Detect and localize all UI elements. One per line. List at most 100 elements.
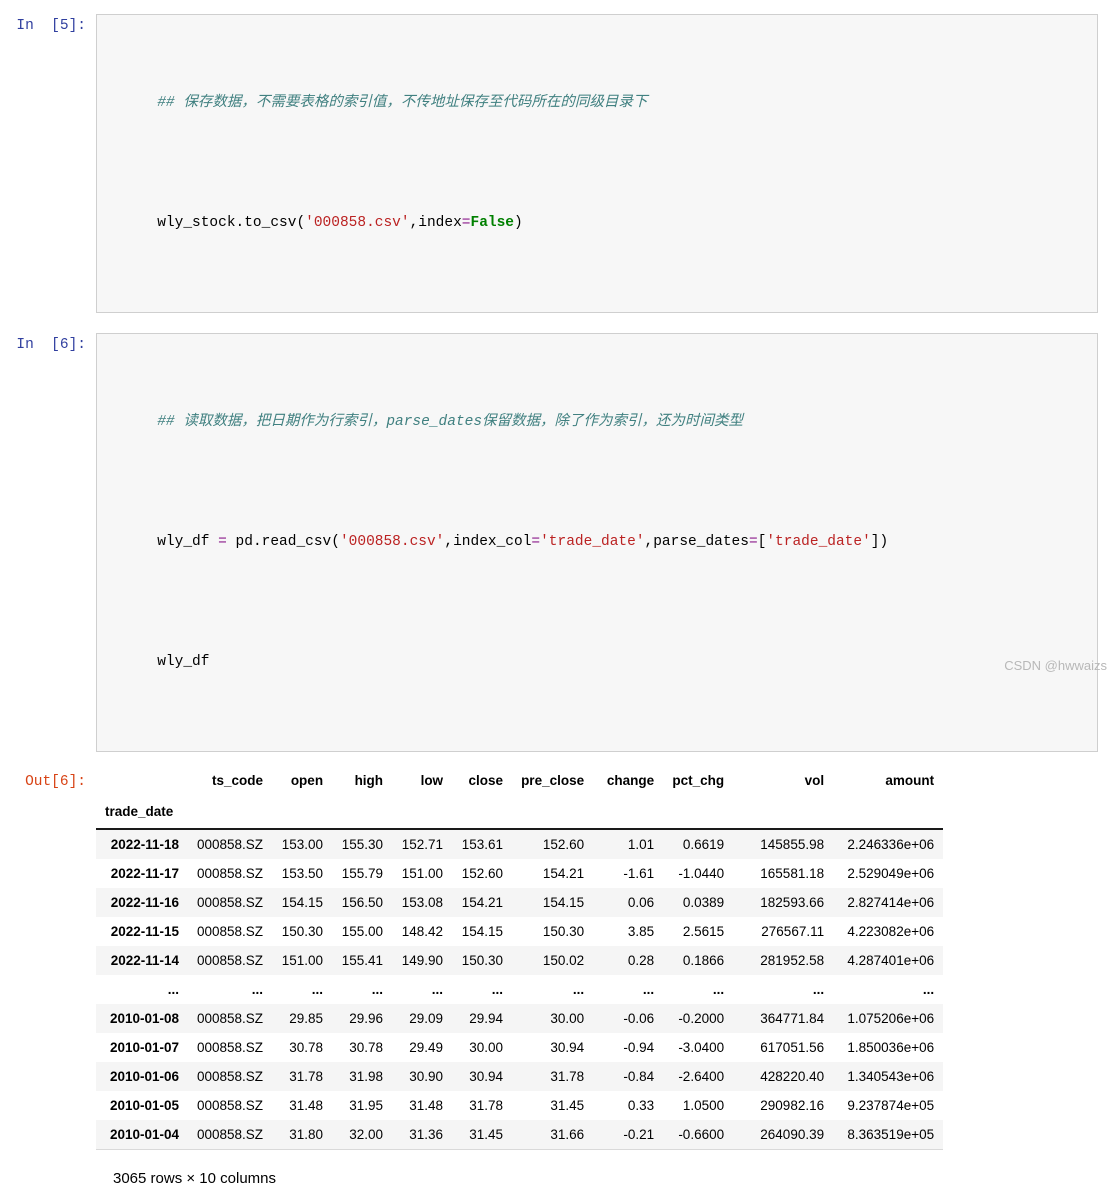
table-cell: 276567.11	[761, 924, 825, 939]
code-token-plain: pd.read_csv(	[226, 534, 340, 550]
table-cell: -0.2000	[678, 1011, 725, 1026]
code-line: wly_df = pd.read_csv('000858.csv',index_…	[105, 506, 1089, 578]
table-cell: 182593.66	[760, 895, 825, 910]
table-cell: 1.075206e+06	[847, 1011, 935, 1026]
table-cell: -0.84	[623, 1069, 655, 1084]
table-cell: ...	[712, 982, 725, 997]
table-cell: 000858.SZ	[197, 1098, 264, 1113]
table-cell: 000858.SZ	[197, 1069, 264, 1084]
dataframe-header-row: ts_code open high low close pre_close change pc…	[96, 770, 943, 795]
table-cell: 0.0389	[682, 895, 725, 910]
table-row: 2010-01-04 000858.SZ 31.80 32.00 31.36 31.45 3…	[96, 1120, 944, 1150]
code-token-operator: =	[218, 534, 227, 550]
table-cell: 150.02	[542, 953, 585, 968]
table-row-index: 2010-01-07	[109, 1040, 179, 1055]
table-cell: 2.529049e+06	[847, 866, 935, 881]
dataframe-index-name: trade_date	[96, 795, 188, 830]
table-cell: 32.00	[332, 1120, 393, 1150]
table-cell: -0.06	[623, 1011, 655, 1026]
code-editor-in-5[interactable]: ## 保存数据，不需要表格的索引值，不传地址保存至代码所在的同级目录下 wly_…	[96, 14, 1098, 313]
table-cell: 153.61	[461, 837, 504, 852]
table-cell: 150.30	[281, 924, 324, 939]
table-cell: 30.90	[409, 1069, 444, 1084]
table-cell: 29.94	[469, 1011, 504, 1026]
table-cell: 150.30	[461, 953, 504, 968]
dataframe-index-row-blank	[593, 795, 664, 830]
table-row: 2022-11-14 000858.SZ 151.00 155.41 149.90 150…	[96, 946, 944, 975]
dataframe-column-header: pre_close	[521, 773, 585, 788]
table-row: 2010-01-05 000858.SZ 31.48 31.95 31.48 31.78 3…	[96, 1091, 944, 1120]
table-cell: 1.01	[627, 837, 655, 852]
table-cell: 31.36	[392, 1120, 453, 1150]
table-cell: 153.50	[281, 866, 324, 881]
table-cell: 31.78	[289, 1069, 324, 1084]
code-editor-in-6[interactable]: ## 读取数据，把日期作为行索引，parse_dates保留数据，除了作为索引，…	[96, 333, 1098, 752]
table-cell: ...	[491, 982, 504, 997]
dataframe-output: ts_code open high low close pre_close change pc…	[96, 770, 944, 1150]
table-cell: 165581.18	[760, 866, 825, 881]
table-cell: 31.78	[469, 1098, 504, 1113]
table-row-index: 2022-11-16	[110, 895, 179, 910]
table-cell: 31.48	[289, 1098, 324, 1113]
code-token-operator: =	[461, 215, 471, 231]
table-cell: 2.246336e+06	[847, 837, 935, 852]
table-cell: 000858.SZ	[197, 953, 264, 968]
dataframe-index-row-blank	[392, 795, 453, 830]
table-cell: 30.94	[469, 1069, 504, 1084]
code-token-string: 'trade_date'	[540, 534, 645, 550]
table-cell: 000858.SZ	[197, 1040, 264, 1055]
code-token-string: '000858.csv'	[339, 534, 445, 550]
code-line: ## 读取数据，把日期作为行索引，parse_dates保留数据，除了作为索引，…	[105, 386, 1089, 458]
table-cell: 30.78	[289, 1040, 324, 1055]
table-cell: 31.98	[349, 1069, 384, 1084]
notebook-cell-in-6[interactable]: In [6]: ## 读取数据，把日期作为行索引，parse_dates保留数据…	[0, 333, 1115, 752]
table-row: .................................	[96, 975, 944, 1004]
table-cell: 31.95	[349, 1098, 384, 1113]
dataframe-column-header: open	[290, 773, 324, 788]
table-row-index: 2010-01-06	[109, 1069, 179, 1084]
code-token-plain: ])	[870, 534, 889, 550]
code-token-plain: wly_df	[157, 534, 219, 550]
code-token-string: 'trade_date'	[766, 534, 871, 550]
code-token-plain: wly_stock.to_csv(	[157, 215, 306, 231]
code-token-comment: ## 保存数据，不需要表格的索引值，不传地址保存至代码所在的同级目录下	[157, 95, 648, 111]
table-cell: 2.5615	[682, 924, 725, 939]
table-cell: 000858.SZ	[197, 837, 264, 852]
table-row: 2010-01-07 000858.SZ 30.78 30.78 29.49 30.00 3…	[96, 1033, 944, 1062]
dataframe-index-row-blank	[733, 795, 834, 830]
table-cell: 148.42	[401, 924, 444, 939]
table-cell: 8.363519e+05	[833, 1120, 944, 1150]
table-cell: 31.78	[550, 1069, 585, 1084]
notebook-cell-out-6: Out[6]: ts_code open high low close pre_close…	[0, 770, 1115, 1150]
code-token-plain: ,index_col	[444, 534, 532, 550]
code-token-plain: wly_df	[157, 654, 210, 670]
table-row-index: 2022-11-18	[110, 837, 179, 852]
dataframe-column-header: ts_code	[212, 773, 264, 788]
table-cell: 3.85	[627, 924, 655, 939]
dataframe-header: ts_code open high low close pre_close change pc…	[96, 770, 944, 830]
table-cell: 290982.16	[760, 1098, 825, 1113]
dataframe-body: 2022-11-18 000858.SZ 153.00 155.30 152.71 153…	[96, 829, 944, 1150]
table-cell: 154.21	[461, 895, 504, 910]
table-cell: 4.287401e+06	[847, 953, 935, 968]
code-token-comment: ## 读取数据，把日期作为行索引，parse_dates保留数据，除了作为索引，…	[157, 414, 744, 430]
dataframe-column-header: change	[606, 773, 655, 788]
table-row-index: 2010-01-04	[96, 1120, 188, 1150]
table-cell: 29.09	[409, 1011, 444, 1026]
table-cell: 153.00	[281, 837, 324, 852]
table-row-index: 2010-01-08	[109, 1011, 179, 1026]
table-row-index: 2022-11-15	[110, 924, 179, 939]
table-cell: -1.0440	[678, 866, 725, 881]
table-cell: 0.1866	[682, 953, 725, 968]
table-cell: -3.0400	[678, 1040, 725, 1055]
table-cell: ...	[812, 982, 825, 997]
table-cell: 145855.98	[760, 837, 825, 852]
table-cell: 153.08	[401, 895, 444, 910]
table-cell: ...	[371, 982, 384, 997]
table-cell: 30.78	[349, 1040, 384, 1055]
table-cell: 30.00	[550, 1011, 585, 1026]
notebook-cell-in-5[interactable]: In [5]: ## 保存数据，不需要表格的索引值，不传地址保存至代码所在的同级…	[0, 14, 1115, 313]
table-cell: 29.96	[349, 1011, 384, 1026]
table-row-index: 2022-11-14	[110, 953, 179, 968]
code-token-string: '000858.csv'	[305, 215, 410, 231]
